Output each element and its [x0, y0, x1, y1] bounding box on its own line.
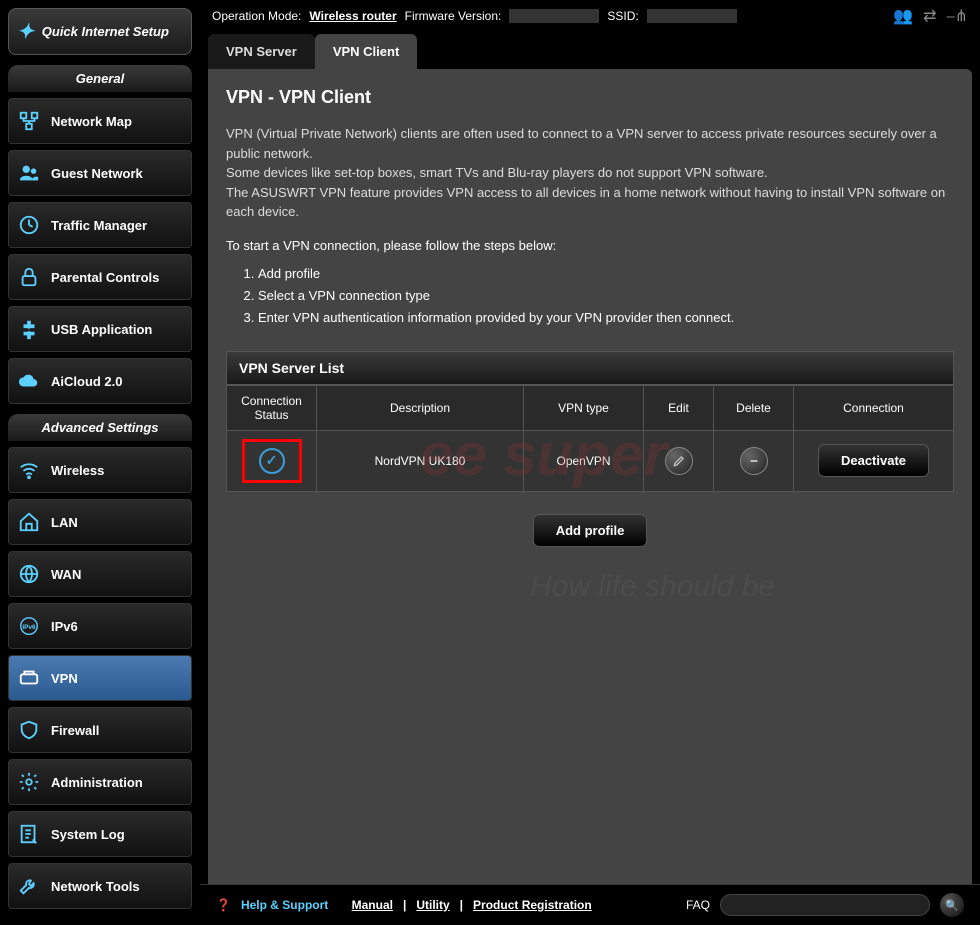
svg-text:IPv6: IPv6 [22, 624, 36, 631]
tab-vpn-client[interactable]: VPN Client [315, 34, 417, 69]
desc-line-3: The ASUSWRT VPN feature provides VPN acc… [226, 183, 954, 222]
gear-icon [17, 770, 41, 794]
cloud-icon [17, 369, 41, 393]
status-highlight-annotation: ✓ [242, 439, 302, 483]
sidebar-item-label: Network Tools [51, 879, 140, 894]
desc-line-2: Some devices like set-top boxes, smart T… [226, 163, 954, 183]
sidebar-item-label: Traffic Manager [51, 218, 147, 233]
vpn-server-list-table: Connection Status Description VPN type E… [226, 385, 954, 492]
network-icon[interactable]: ⇄ [923, 6, 936, 26]
steps-intro: To start a VPN connection, please follow… [226, 238, 954, 253]
quick-internet-setup-button[interactable]: ✦ Quick Internet Setup [8, 8, 192, 55]
globe-icon [17, 562, 41, 586]
sidebar-item-label: Guest Network [51, 166, 143, 181]
step-3: Enter VPN authentication information pro… [258, 307, 954, 329]
network-map-icon [17, 109, 41, 133]
sidebar-item-label: IPv6 [51, 619, 78, 634]
wand-icon: ✦ [17, 19, 34, 44]
clients-icon[interactable]: 👥 [893, 6, 913, 26]
row-vpn-type: OpenVPN [524, 430, 644, 491]
product-registration-link[interactable]: Product Registration [473, 898, 592, 912]
col-status: Connection Status [227, 385, 317, 430]
top-status-bar: Operation Mode: Wireless router Firmware… [200, 0, 980, 32]
guest-icon [17, 161, 41, 185]
status-connected-icon: ✓ [259, 448, 285, 474]
help-support-link[interactable]: Help & Support [241, 898, 328, 912]
home-icon [17, 510, 41, 534]
add-profile-button[interactable]: Add profile [533, 514, 648, 547]
wifi-icon [17, 458, 41, 482]
desc-line-1: VPN (Virtual Private Network) clients ar… [226, 124, 954, 163]
wrench-icon [17, 874, 41, 898]
col-edit: Edit [644, 385, 714, 430]
sidebar-item-wireless[interactable]: Wireless [8, 447, 192, 493]
manual-link[interactable]: Manual [352, 898, 393, 912]
sidebar-item-aicloud[interactable]: AiCloud 2.0 [8, 358, 192, 404]
fw-label: Firmware Version: [405, 9, 502, 23]
vpn-icon [17, 666, 41, 690]
step-1: Add profile [258, 263, 954, 285]
sidebar-item-label: Firewall [51, 723, 99, 738]
sidebar-item-firewall[interactable]: Firewall [8, 707, 192, 753]
op-mode-label: Operation Mode: [212, 9, 301, 23]
log-icon [17, 822, 41, 846]
vpn-row: ✓ NordVPN UK180 OpenVPN Deactivate [227, 430, 954, 491]
sidebar-item-label: Parental Controls [51, 270, 159, 285]
sidebar-item-label: Network Map [51, 114, 132, 129]
page-title: VPN - VPN Client [226, 87, 954, 108]
sidebar-item-label: System Log [51, 827, 125, 842]
sidebar-item-label: WAN [51, 567, 81, 582]
deactivate-button[interactable]: Deactivate [818, 444, 929, 477]
step-2: Select a VPN connection type [258, 285, 954, 307]
op-mode-link[interactable]: Wireless router [309, 9, 396, 23]
help-icon: ❓ [216, 898, 231, 912]
sidebar-item-label: AiCloud 2.0 [51, 374, 123, 389]
traffic-icon [17, 213, 41, 237]
col-description: Description [317, 385, 524, 430]
ipv6-icon: IPv6 [17, 614, 41, 638]
lock-icon [17, 265, 41, 289]
general-section-header: General [8, 65, 192, 92]
sidebar-item-label: USB Application [51, 322, 152, 337]
shield-icon [17, 718, 41, 742]
sidebar-item-system-log[interactable]: System Log [8, 811, 192, 857]
row-description: NordVPN UK180 [317, 430, 524, 491]
tab-vpn-server[interactable]: VPN Server [208, 34, 315, 69]
edit-button[interactable] [665, 447, 693, 475]
utility-link[interactable]: Utility [416, 898, 449, 912]
puzzle-icon [17, 317, 41, 341]
faq-search-input[interactable] [720, 894, 930, 916]
faq-search-button[interactable]: 🔍 [940, 893, 964, 917]
sidebar-item-lan[interactable]: LAN [8, 499, 192, 545]
sidebar-item-label: VPN [51, 671, 78, 686]
sidebar-item-label: Administration [51, 775, 143, 790]
advanced-section-header: Advanced Settings [8, 414, 192, 441]
sidebar-item-network-map[interactable]: Network Map [8, 98, 192, 144]
delete-button[interactable] [740, 447, 768, 475]
sidebar-item-network-tools[interactable]: Network Tools [8, 863, 192, 909]
faq-label: FAQ [686, 898, 710, 912]
col-delete: Delete [714, 385, 794, 430]
col-connection: Connection [794, 385, 954, 430]
ssid-label: SSID: [607, 9, 638, 23]
sidebar-item-vpn[interactable]: VPN [8, 655, 192, 701]
sidebar-item-ipv6[interactable]: IPv6 IPv6 [8, 603, 192, 649]
quick-setup-label: Quick Internet Setup [42, 24, 169, 39]
sidebar-item-administration[interactable]: Administration [8, 759, 192, 805]
sidebar-item-traffic-manager[interactable]: Traffic Manager [8, 202, 192, 248]
ssid-value-redacted [647, 9, 737, 23]
footer-bar: ❓ Help & Support Manual | Utility | Prod… [200, 884, 980, 925]
sidebar-item-usb-application[interactable]: USB Application [8, 306, 192, 352]
fw-value-redacted [509, 9, 599, 23]
sidebar-item-wan[interactable]: WAN [8, 551, 192, 597]
steps-list: Add profile Select a VPN connection type… [258, 263, 954, 329]
sidebar-item-label: Wireless [51, 463, 104, 478]
table-title: VPN Server List [226, 351, 954, 385]
sidebar-item-parental-controls[interactable]: Parental Controls [8, 254, 192, 300]
sidebar-item-guest-network[interactable]: Guest Network [8, 150, 192, 196]
sidebar-item-label: LAN [51, 515, 78, 530]
usb-icon[interactable]: ⎯⋔ [947, 6, 968, 26]
col-vpn-type: VPN type [524, 385, 644, 430]
